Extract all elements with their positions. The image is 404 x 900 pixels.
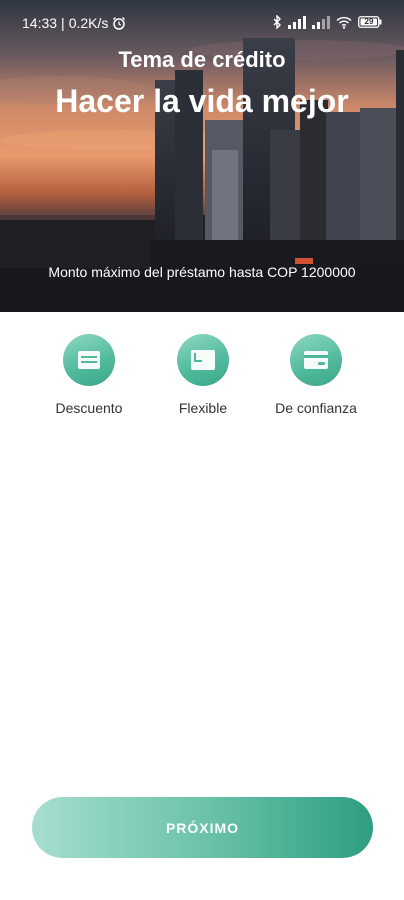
wifi-icon xyxy=(336,16,352,29)
feature-label-flexible: Flexible xyxy=(178,400,228,416)
feature-label-de-confianza: De confianza xyxy=(275,400,357,416)
feature-label-descuento: Descuento xyxy=(55,400,123,416)
feature-descuento[interactable]: Descuento xyxy=(29,334,149,416)
battery-icon: 29 xyxy=(358,16,382,28)
window-icon xyxy=(177,334,229,386)
bluetooth-icon xyxy=(272,15,282,29)
status-left: 14:33 | 0.2K/s xyxy=(22,15,126,31)
status-separator: | xyxy=(61,15,65,31)
status-network-speed: 0.2K/s xyxy=(68,15,109,31)
next-button[interactable]: PRÓXIMO xyxy=(32,797,373,858)
max-loan-amount: Monto máximo del préstamo hasta COP 1200… xyxy=(48,264,356,280)
card-icon xyxy=(290,334,342,386)
status-time: 14:33 xyxy=(22,15,58,31)
feature-flexible[interactable]: Flexible xyxy=(143,334,263,416)
features-row: Descuento Flexible De confianza xyxy=(0,334,404,424)
status-bar: 14:33 | 0.2K/s 29 xyxy=(0,0,404,46)
battery-level: 29 xyxy=(364,17,374,26)
document-icon xyxy=(63,334,115,386)
hero-title: Hacer la vida mejor xyxy=(55,83,349,119)
status-right: 29 xyxy=(272,15,382,29)
hero-subtitle: Tema de crédito xyxy=(118,47,286,72)
signal-icon-1 xyxy=(288,15,306,29)
alarm-icon xyxy=(112,16,126,30)
signal-icon-2 xyxy=(312,15,330,29)
feature-de-confianza[interactable]: De confianza xyxy=(256,334,376,416)
hero-banner: 14:33 | 0.2K/s 29 Tema de crédito Hacer … xyxy=(0,0,404,312)
